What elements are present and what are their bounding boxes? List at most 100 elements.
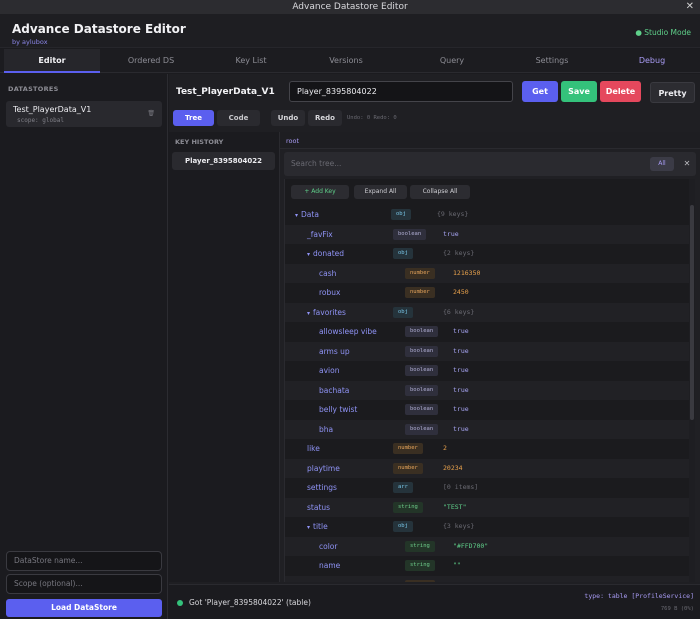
type-badge: boolean — [405, 423, 439, 435]
tree-row[interactable]: settings arr [0 items] — [285, 478, 689, 498]
chevron-down-icon[interactable]: ▾ — [307, 310, 310, 317]
tree-key[interactable]: ▾ favorites — [307, 308, 346, 317]
tab-query[interactable]: Query — [404, 49, 500, 73]
tree-scrollbar[interactable] — [689, 179, 695, 582]
tree-key[interactable]: robux — [319, 288, 340, 297]
tree-value[interactable]: true — [453, 366, 469, 374]
chevron-down-icon[interactable]: ▾ — [307, 251, 310, 258]
tree-row[interactable]: allowsleep vibe boolean true — [285, 322, 689, 342]
tree-value[interactable]: 20234 — [443, 464, 463, 472]
tree-key[interactable]: avion — [319, 366, 339, 375]
tree-value[interactable]: 1216350 — [453, 269, 480, 277]
undo-button[interactable]: Undo — [271, 110, 305, 126]
tree-search-input[interactable]: Search tree... — [286, 154, 644, 174]
tree-value[interactable]: true — [453, 386, 469, 394]
tree-key[interactable]: ▾ title — [307, 522, 328, 531]
tree-row[interactable]: robux number 2450 — [285, 283, 689, 303]
type-badge: obj — [393, 248, 413, 259]
tree-row[interactable]: belly twist boolean true — [285, 400, 689, 420]
tree-row[interactable]: playtime number 20234 — [285, 458, 689, 478]
tree-value[interactable]: true — [453, 347, 469, 355]
clear-search-icon[interactable]: ✕ — [680, 156, 694, 172]
tree-row[interactable]: _favFix boolean true — [285, 224, 689, 244]
key-input[interactable]: Player_8395804022 — [289, 81, 513, 102]
editor-main: Test_PlayerData_V1 Player_8395804022 Get… — [169, 74, 700, 619]
tree-key[interactable]: ▾ donated — [307, 249, 344, 258]
tree-row[interactable]: cash number 1216350 — [285, 263, 689, 283]
status-type-info: type: table [ProfileService] — [584, 592, 694, 600]
tree-row[interactable]: color string "#FFD700" — [285, 536, 689, 556]
key-history-panel: KEY HISTORY Player_8395804022 — [169, 132, 280, 582]
pretty-button[interactable]: Pretty — [650, 82, 695, 103]
main-tabs: Editor Ordered DS Key List Versions Quer… — [0, 49, 700, 73]
tree-row[interactable]: ▾ title obj {3 keys} — [285, 517, 689, 537]
tab-editor[interactable]: Editor — [4, 49, 100, 73]
tree-value[interactable]: true — [453, 327, 469, 335]
breadcrumb-root[interactable]: root — [286, 137, 299, 145]
tree-key[interactable]: belly twist — [319, 405, 357, 414]
tree-key[interactable]: bha — [319, 425, 333, 434]
tree-key[interactable]: name — [319, 561, 340, 570]
tree-row[interactable]: ▾ donated obj {2 keys} — [285, 244, 689, 264]
tree-row[interactable]: ▾ Data obj {9 keys} — [285, 205, 689, 225]
tree-view-button[interactable]: Tree — [173, 110, 214, 126]
tree-key[interactable]: arms up — [319, 347, 350, 356]
tree-row[interactable]: like number 2 — [285, 439, 689, 459]
tree-row[interactable]: bha boolean true — [285, 419, 689, 439]
tree-value[interactable]: 2 — [443, 444, 447, 452]
tab-ordered-ds[interactable]: Ordered DS — [103, 49, 199, 73]
tree-key[interactable]: type — [319, 581, 336, 583]
tree-value[interactable]: 2450 — [453, 288, 469, 296]
add-key-button[interactable]: + Add Key — [291, 185, 349, 199]
datastore-name-input[interactable]: DataStore name... — [6, 551, 162, 571]
tree-row[interactable]: bachata boolean true — [285, 380, 689, 400]
tree-value[interactable]: "TEST" — [443, 503, 466, 511]
tree-row[interactable]: status string "TEST" — [285, 497, 689, 517]
tree-value[interactable]: 1 — [453, 581, 457, 583]
tree-row[interactable]: avion boolean true — [285, 361, 689, 381]
tree-row[interactable]: arms up boolean true — [285, 341, 689, 361]
tree-key[interactable]: cash — [319, 269, 336, 278]
tree-row[interactable]: ▾ favorites obj {6 keys} — [285, 302, 689, 322]
tab-key-list[interactable]: Key List — [203, 49, 299, 73]
tree-key-label: name — [319, 561, 341, 570]
redo-button[interactable]: Redo — [308, 110, 342, 126]
tree-key[interactable]: ▾ Data — [295, 210, 319, 219]
trash-icon[interactable]: 🗑 — [147, 110, 155, 117]
save-button[interactable]: Save — [561, 81, 597, 102]
tree-value[interactable]: true — [443, 230, 459, 238]
tree-key[interactable]: allowsleep vibe — [319, 327, 377, 336]
tree-value[interactable]: true — [453, 425, 469, 433]
tab-debug[interactable]: Debug — [604, 49, 700, 73]
expand-all-button[interactable]: Expand All — [354, 185, 407, 199]
tree-key[interactable]: _favFix — [307, 230, 333, 239]
collapse-all-button[interactable]: Collapse All — [410, 185, 470, 199]
scope-input[interactable]: Scope (optional)... — [6, 574, 162, 594]
tree-value[interactable]: "" — [453, 561, 461, 569]
tree-key[interactable]: like — [307, 444, 320, 453]
tree-key[interactable]: settings — [307, 483, 337, 492]
tree-value[interactable]: true — [453, 405, 469, 413]
load-datastore-button[interactable]: Load DataStore — [6, 599, 162, 617]
key-history-item[interactable]: Player_8395804022 — [172, 152, 275, 170]
datastore-item[interactable]: Test_PlayerData_V1 scope: global 🗑 — [6, 101, 162, 127]
code-view-button[interactable]: Code — [217, 110, 260, 126]
search-scope-button[interactable]: All — [650, 157, 674, 171]
type-badge: obj — [393, 306, 413, 318]
tree-key[interactable]: color — [319, 542, 337, 551]
tree-value[interactable]: "#FFD700" — [453, 542, 488, 550]
chevron-down-icon[interactable]: ▾ — [307, 524, 310, 531]
tree-row[interactable]: type number 1 — [285, 575, 689, 583]
get-button[interactable]: Get — [522, 81, 558, 102]
close-icon[interactable]: ✕ — [686, 0, 694, 14]
tab-settings[interactable]: Settings — [504, 49, 600, 73]
window-titlebar: Advance Datastore Editor ✕ — [0, 0, 700, 14]
chevron-down-icon[interactable]: ▾ — [295, 212, 298, 219]
scroll-thumb[interactable] — [690, 205, 694, 420]
delete-button[interactable]: Delete — [600, 81, 641, 102]
tree-key[interactable]: bachata — [319, 386, 349, 395]
tree-row[interactable]: name string "" — [285, 556, 689, 576]
tab-versions[interactable]: Versions — [298, 49, 394, 73]
tree-key[interactable]: playtime — [307, 464, 340, 473]
tree-key[interactable]: status — [307, 503, 330, 512]
